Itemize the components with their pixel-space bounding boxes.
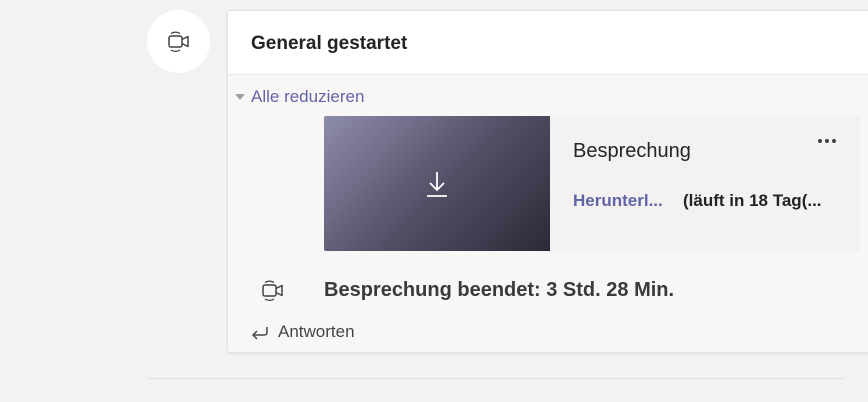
meeting-card: General gestartet Alle reduzieren Bespre… (227, 10, 868, 353)
meeting-card-header: General gestartet (228, 11, 868, 75)
reply-button[interactable]: Antworten (250, 321, 355, 343)
reply-label: Antworten (278, 322, 355, 341)
collapse-all-label: Alle reduzieren (251, 87, 365, 106)
meeting-ended-text: Besprechung beendet: 3 Std. 28 Min. (324, 279, 675, 301)
download-icon (427, 171, 447, 197)
expiry-text: (läuft in 18 Tag(... (683, 191, 822, 210)
caret-down-icon (235, 94, 245, 100)
collapse-all-button[interactable]: Alle reduzieren (235, 87, 364, 107)
meeting-ended-icon-wrap (260, 276, 286, 306)
more-options-button[interactable] (812, 130, 842, 152)
video-camera-icon (167, 31, 189, 52)
recording-title: Besprechung (573, 140, 691, 162)
recording-card: Besprechung Herunterl... (läuft in 18 Ta… (324, 116, 860, 251)
divider (148, 378, 844, 379)
video-camera-icon (262, 280, 283, 301)
reply-arrow-icon (251, 327, 268, 340)
more-options-icon (818, 139, 822, 143)
download-link[interactable]: Herunterl... (573, 191, 663, 211)
meeting-avatar (147, 10, 210, 73)
meeting-title: General gestartet (251, 33, 408, 54)
recording-thumbnail[interactable] (324, 116, 550, 251)
